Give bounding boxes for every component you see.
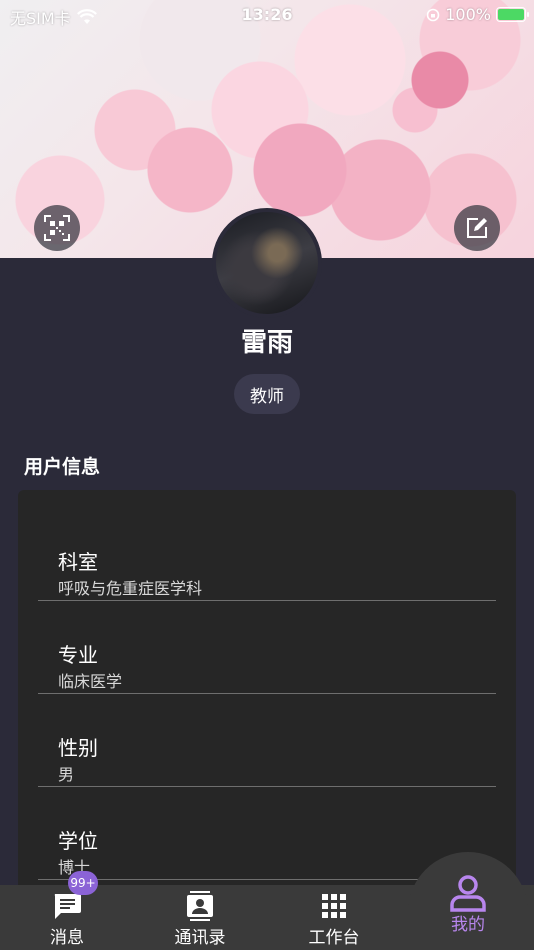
message-icon: [54, 894, 81, 919]
info-row-major: 专业 临床医学: [38, 601, 496, 694]
avatar[interactable]: [212, 208, 322, 318]
info-value: 男: [58, 765, 75, 784]
tab-mine[interactable]: 我的: [408, 872, 528, 937]
tab-label: 工作台: [308, 928, 360, 948]
contacts-icon: [187, 891, 213, 921]
info-value: 呼吸与危重症医学科: [58, 579, 203, 598]
tab-messages[interactable]: 消息: [7, 885, 127, 950]
section-title: 用户信息: [24, 456, 101, 478]
role-badge: 教师: [234, 374, 300, 414]
edit-icon: [467, 218, 487, 238]
tab-contacts[interactable]: 通讯录: [140, 885, 260, 950]
grid-icon: [322, 894, 346, 918]
info-row-gender: 性别 男: [38, 694, 496, 787]
info-label: 专业: [58, 643, 98, 667]
tab-label: 通讯录: [174, 928, 226, 948]
tab-workbench[interactable]: 工作台: [274, 885, 394, 950]
orientation-lock-icon: [426, 8, 440, 21]
qr-code-button[interactable]: [34, 205, 80, 251]
unread-badge: 99+: [68, 871, 98, 895]
info-label: 性别: [58, 736, 98, 760]
user-icon: [450, 875, 486, 912]
info-value: 临床医学: [58, 672, 123, 691]
user-name: 雷雨: [240, 328, 293, 358]
info-row-department: 科室 呼吸与危重症医学科: [38, 508, 496, 601]
status-bar: 无SIM卡 13:26 100%: [0, 0, 534, 30]
edit-profile-button[interactable]: [454, 205, 500, 251]
tab-label: 消息: [50, 928, 84, 948]
tab-label: 我的: [451, 915, 485, 935]
info-label: 学位: [58, 829, 98, 853]
battery-icon: [496, 7, 529, 22]
battery-percent: 100%: [445, 5, 491, 24]
info-label: 科室: [58, 550, 98, 574]
qr-scan-icon: [44, 215, 70, 241]
